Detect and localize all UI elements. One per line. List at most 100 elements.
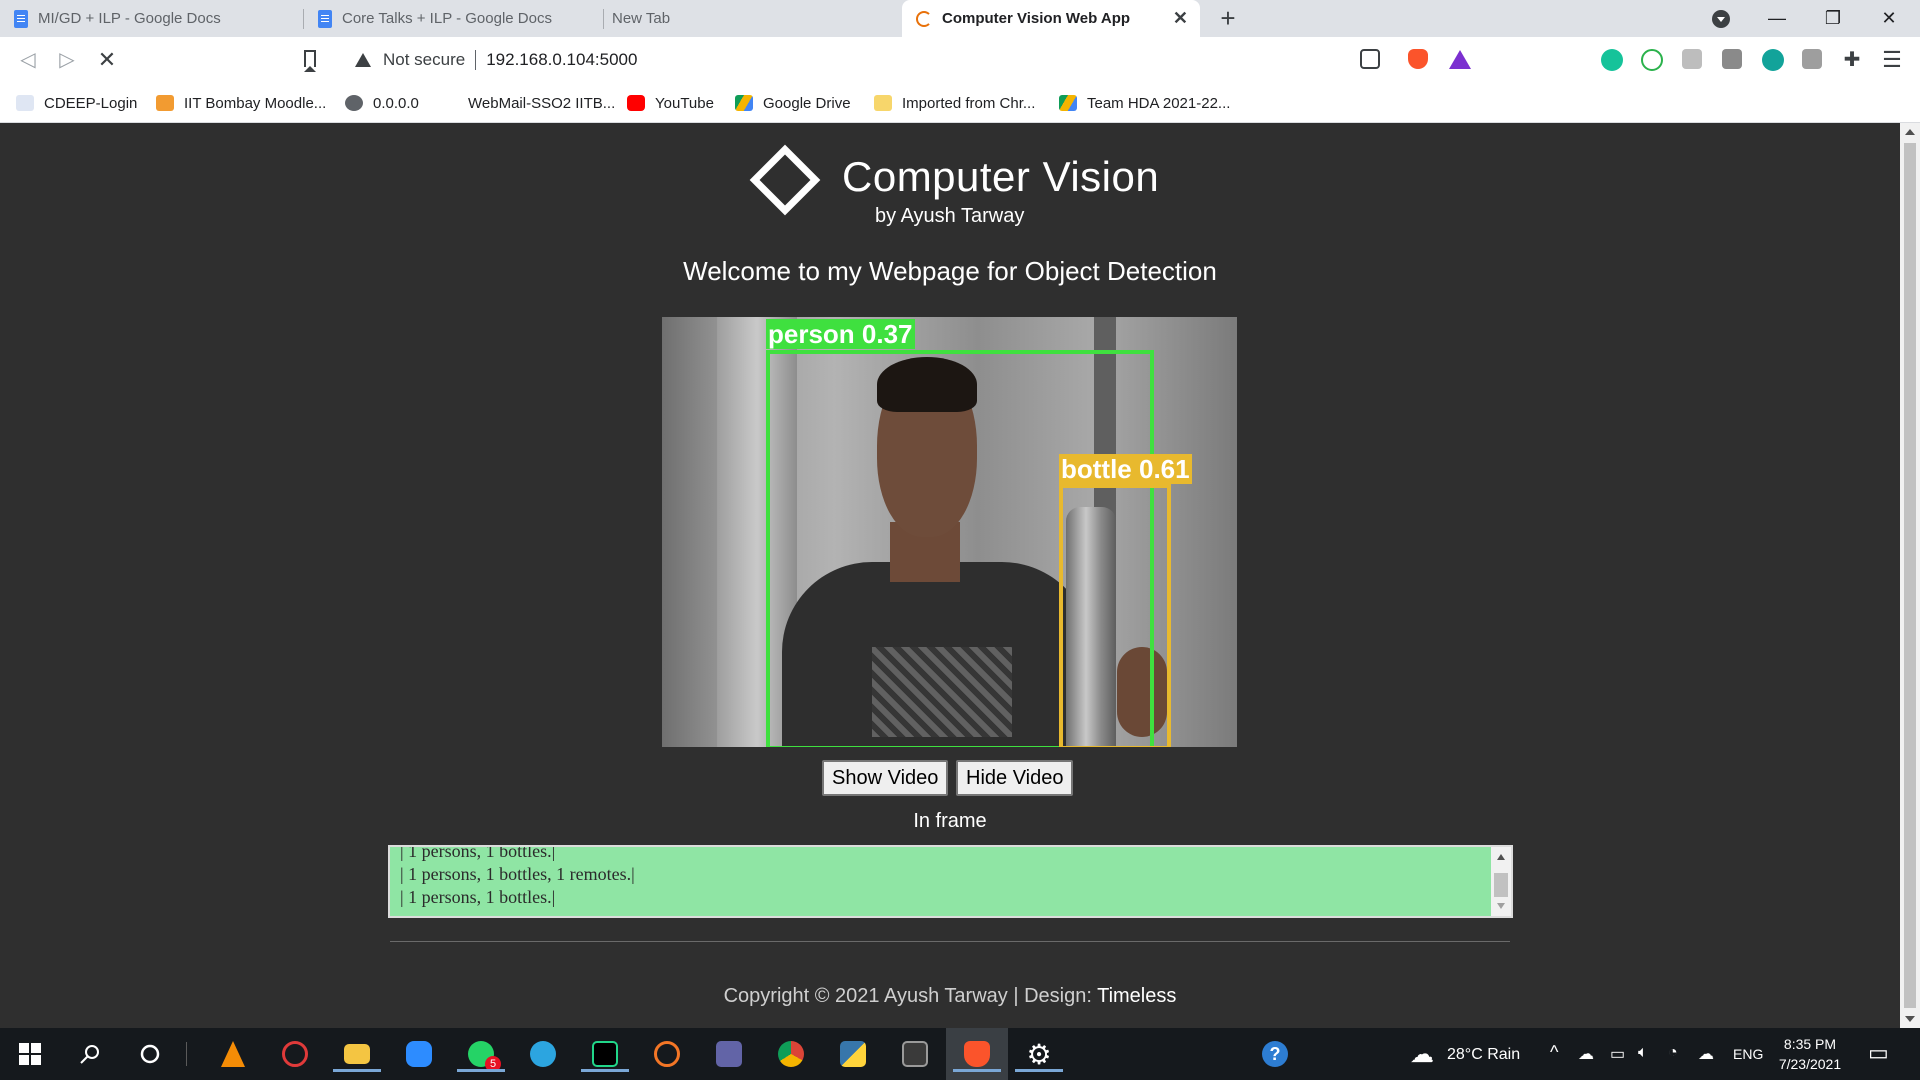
person-detection-label: person 0.37 [766, 319, 915, 349]
bookmarks-bar: CDEEP-Login IIT Bombay Moodle... 0.0.0.0… [0, 83, 1920, 123]
copyright-text: Copyright © 2021 Ayush Tarway | Design: [723, 985, 1098, 1007]
log-scroll-thumb[interactable] [1494, 873, 1508, 897]
zoom-icon[interactable] [401, 1036, 437, 1072]
notifications-icon[interactable]: ▭ [1868, 1040, 1889, 1066]
webmail-icon [440, 95, 458, 111]
log-scrollbar[interactable] [1491, 847, 1511, 916]
video-feed: person 0.37 bottle 0.61 [662, 317, 1237, 747]
volume-icon[interactable]: 🔈︎ [1638, 1044, 1648, 1062]
bookmark-cdeep[interactable]: CDEEP-Login [16, 91, 137, 115]
battery-icon[interactable]: ▭ [1610, 1044, 1625, 1064]
bookmark-icon[interactable] [304, 50, 316, 72]
extension-icon[interactable] [1682, 49, 1702, 69]
address-bar[interactable]: Not secure 192.168.0.104:5000 [343, 42, 1483, 78]
back-button[interactable]: ◁ [12, 44, 44, 76]
python-idle-icon[interactable] [835, 1036, 871, 1072]
tab-mi-gd[interactable]: MI/GD + ILP - Google Docs [0, 0, 300, 37]
logo-diamond-icon [749, 144, 821, 216]
page-scrollbar[interactable] [1900, 123, 1920, 1028]
language-indicator[interactable]: ENG [1733, 1046, 1763, 1062]
cdeep-icon [16, 95, 34, 111]
forward-button[interactable]: ▷ [51, 44, 83, 76]
bottle-bounding-box [1059, 484, 1171, 747]
jupyter-icon[interactable] [649, 1036, 685, 1072]
show-video-button[interactable]: Show Video [822, 760, 949, 796]
onedrive-icon[interactable]: ☁ [1578, 1044, 1594, 1064]
new-tab-button[interactable]: + [1214, 4, 1242, 32]
hide-video-button[interactable]: Hide Video [956, 760, 1074, 796]
bookmark-localhost[interactable]: 0.0.0.0 [345, 91, 419, 115]
bookmark-label: 0.0.0.0 [373, 94, 419, 112]
bookmark-webmail[interactable]: WebMail-SSO2 IITB... [440, 91, 615, 115]
chevron-up-icon[interactable]: ^ [1550, 1042, 1558, 1063]
url-text[interactable]: 192.168.0.104:5000 [486, 50, 637, 70]
bookmark-label: Google Drive [763, 94, 851, 112]
google-docs-icon [14, 9, 28, 28]
extension-icon[interactable] [1762, 49, 1784, 71]
brave-shields-icon[interactable] [1408, 49, 1428, 69]
chrome-icon[interactable] [773, 1036, 809, 1072]
microsoft-teams-icon[interactable] [711, 1036, 747, 1072]
windows-start-icon[interactable] [12, 1036, 48, 1072]
bookmark-youtube[interactable]: YouTube [627, 91, 714, 115]
pycharm-icon[interactable] [581, 1036, 629, 1072]
design-link[interactable]: Timeless [1097, 985, 1176, 1007]
tab-search-icon[interactable] [1712, 10, 1730, 28]
help-icon[interactable]: ? [1257, 1036, 1293, 1072]
scroll-up-arrow-icon[interactable] [1497, 854, 1505, 860]
youtube-icon [627, 95, 645, 111]
site-title: Computer Vision [842, 153, 1160, 200]
google-docs-icon [318, 9, 332, 28]
brave-browser-icon[interactable] [953, 1036, 1001, 1072]
tab-core-talks[interactable]: Core Talks + ILP - Google Docs [304, 0, 602, 37]
whatsapp-icon[interactable]: 5 [457, 1036, 505, 1072]
page-scroll-thumb[interactable] [1904, 143, 1916, 1008]
tab-title: New Tab [612, 10, 671, 27]
taskbar-divider [186, 1042, 187, 1066]
terminal-icon[interactable] [897, 1036, 933, 1072]
system-clock[interactable]: 8:35 PM 7/23/2021 [1760, 1034, 1860, 1074]
clock-time: 8:35 PM [1783, 1036, 1837, 1052]
extensions-puzzle-icon[interactable]: ✚ [1836, 44, 1868, 76]
stop-loading-button[interactable]: ✕ [91, 44, 123, 76]
grammarly-icon[interactable] [1601, 49, 1623, 71]
wifi-icon[interactable]: ◔ [1668, 1044, 1678, 1062]
scroll-down-arrow-icon[interactable] [1497, 903, 1505, 909]
scroll-down-arrow-icon[interactable] [1905, 1016, 1915, 1022]
telegram-icon[interactable] [525, 1036, 561, 1072]
tab-new-tab[interactable]: New Tab [598, 0, 898, 37]
cloud-sync-icon[interactable]: ☁ [1698, 1044, 1714, 1064]
menu-icon[interactable]: ☰ [1876, 44, 1908, 76]
web-page: Computer Vision by Ayush Tarway Welcome … [0, 123, 1900, 1028]
file-explorer-icon[interactable] [333, 1036, 381, 1072]
close-tab-icon[interactable]: ✕ [1173, 9, 1188, 27]
weather-text[interactable]: 28°C Rain [1447, 1046, 1520, 1064]
brave-rewards-icon[interactable] [1449, 50, 1471, 69]
qr-code-icon[interactable] [1360, 49, 1380, 69]
loading-spinner-icon [916, 10, 932, 27]
weather-rain-icon[interactable]: ☁ [1404, 1036, 1440, 1072]
whatsapp-extension-icon[interactable] [1641, 49, 1663, 71]
globe-icon [345, 95, 363, 111]
restore-button[interactable]: ❐ [1805, 0, 1861, 37]
bookmark-folder-imported[interactable]: Imported from Chr... [874, 91, 1035, 115]
close-window-button[interactable]: ✕ [1861, 0, 1917, 37]
clock-date: 7/23/2021 [1778, 1056, 1842, 1072]
bookmark-google-drive[interactable]: Google Drive [735, 91, 851, 115]
screen-recorder-icon[interactable] [277, 1036, 313, 1072]
extension-icon[interactable] [1722, 49, 1742, 69]
settings-gear-icon[interactable]: ⚙ [1015, 1036, 1063, 1072]
bookmark-team-hda[interactable]: Team HDA 2021-22... [1059, 91, 1230, 115]
detection-log[interactable]: | 1 persons, 1 bottles.| | 1 persons, 1 … [388, 845, 1513, 918]
vlc-icon[interactable] [215, 1036, 251, 1072]
bookmark-moodle[interactable]: IIT Bombay Moodle... [156, 91, 326, 115]
security-label[interactable]: Not secure [383, 50, 465, 70]
search-icon[interactable] [72, 1036, 108, 1072]
log-line: | 1 persons, 1 bottles.| [400, 845, 556, 861]
tab-computer-vision[interactable]: Computer Vision Web App ✕ [902, 0, 1200, 37]
cortana-icon[interactable] [132, 1036, 168, 1072]
scroll-up-arrow-icon[interactable] [1905, 129, 1915, 135]
log-line: | 1 persons, 1 bottles, 1 remotes.| [400, 864, 635, 884]
minimize-button[interactable]: — [1749, 0, 1805, 37]
pdf-extension-icon[interactable] [1802, 49, 1822, 69]
